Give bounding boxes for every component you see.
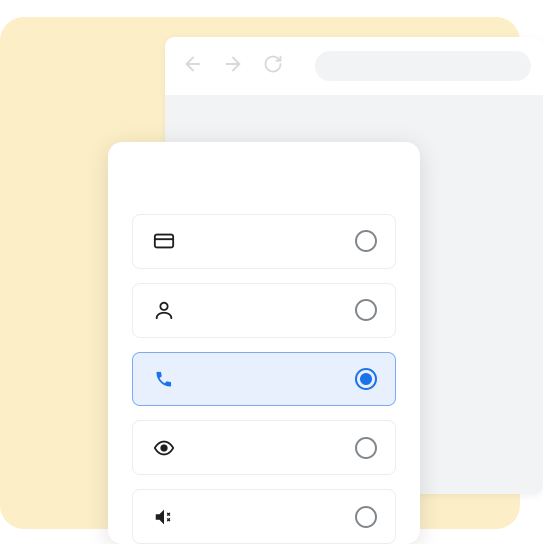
radio-button[interactable]	[355, 299, 377, 321]
radio-button[interactable]	[355, 230, 377, 252]
option-visibility[interactable]	[132, 420, 396, 475]
option-volume[interactable]	[132, 489, 396, 544]
radio-button[interactable]	[355, 506, 377, 528]
eye-icon	[153, 437, 175, 459]
volume-icon	[153, 506, 175, 528]
browser-toolbar	[165, 37, 543, 95]
arrow-right-icon	[222, 53, 244, 79]
radio-button[interactable]	[355, 437, 377, 459]
phone-icon	[153, 368, 175, 390]
option-person[interactable]	[132, 283, 396, 338]
url-bar[interactable]	[315, 51, 531, 81]
refresh-icon	[263, 54, 283, 78]
forward-button[interactable]	[217, 50, 249, 82]
credit-card-icon	[153, 230, 175, 252]
arrow-left-icon	[182, 53, 204, 79]
person-icon	[153, 299, 175, 321]
refresh-button[interactable]	[257, 50, 289, 82]
option-phone[interactable]	[132, 352, 396, 407]
option-credit-card[interactable]	[132, 214, 396, 269]
back-button[interactable]	[177, 50, 209, 82]
options-popup	[108, 142, 420, 544]
radio-button[interactable]	[355, 368, 377, 390]
